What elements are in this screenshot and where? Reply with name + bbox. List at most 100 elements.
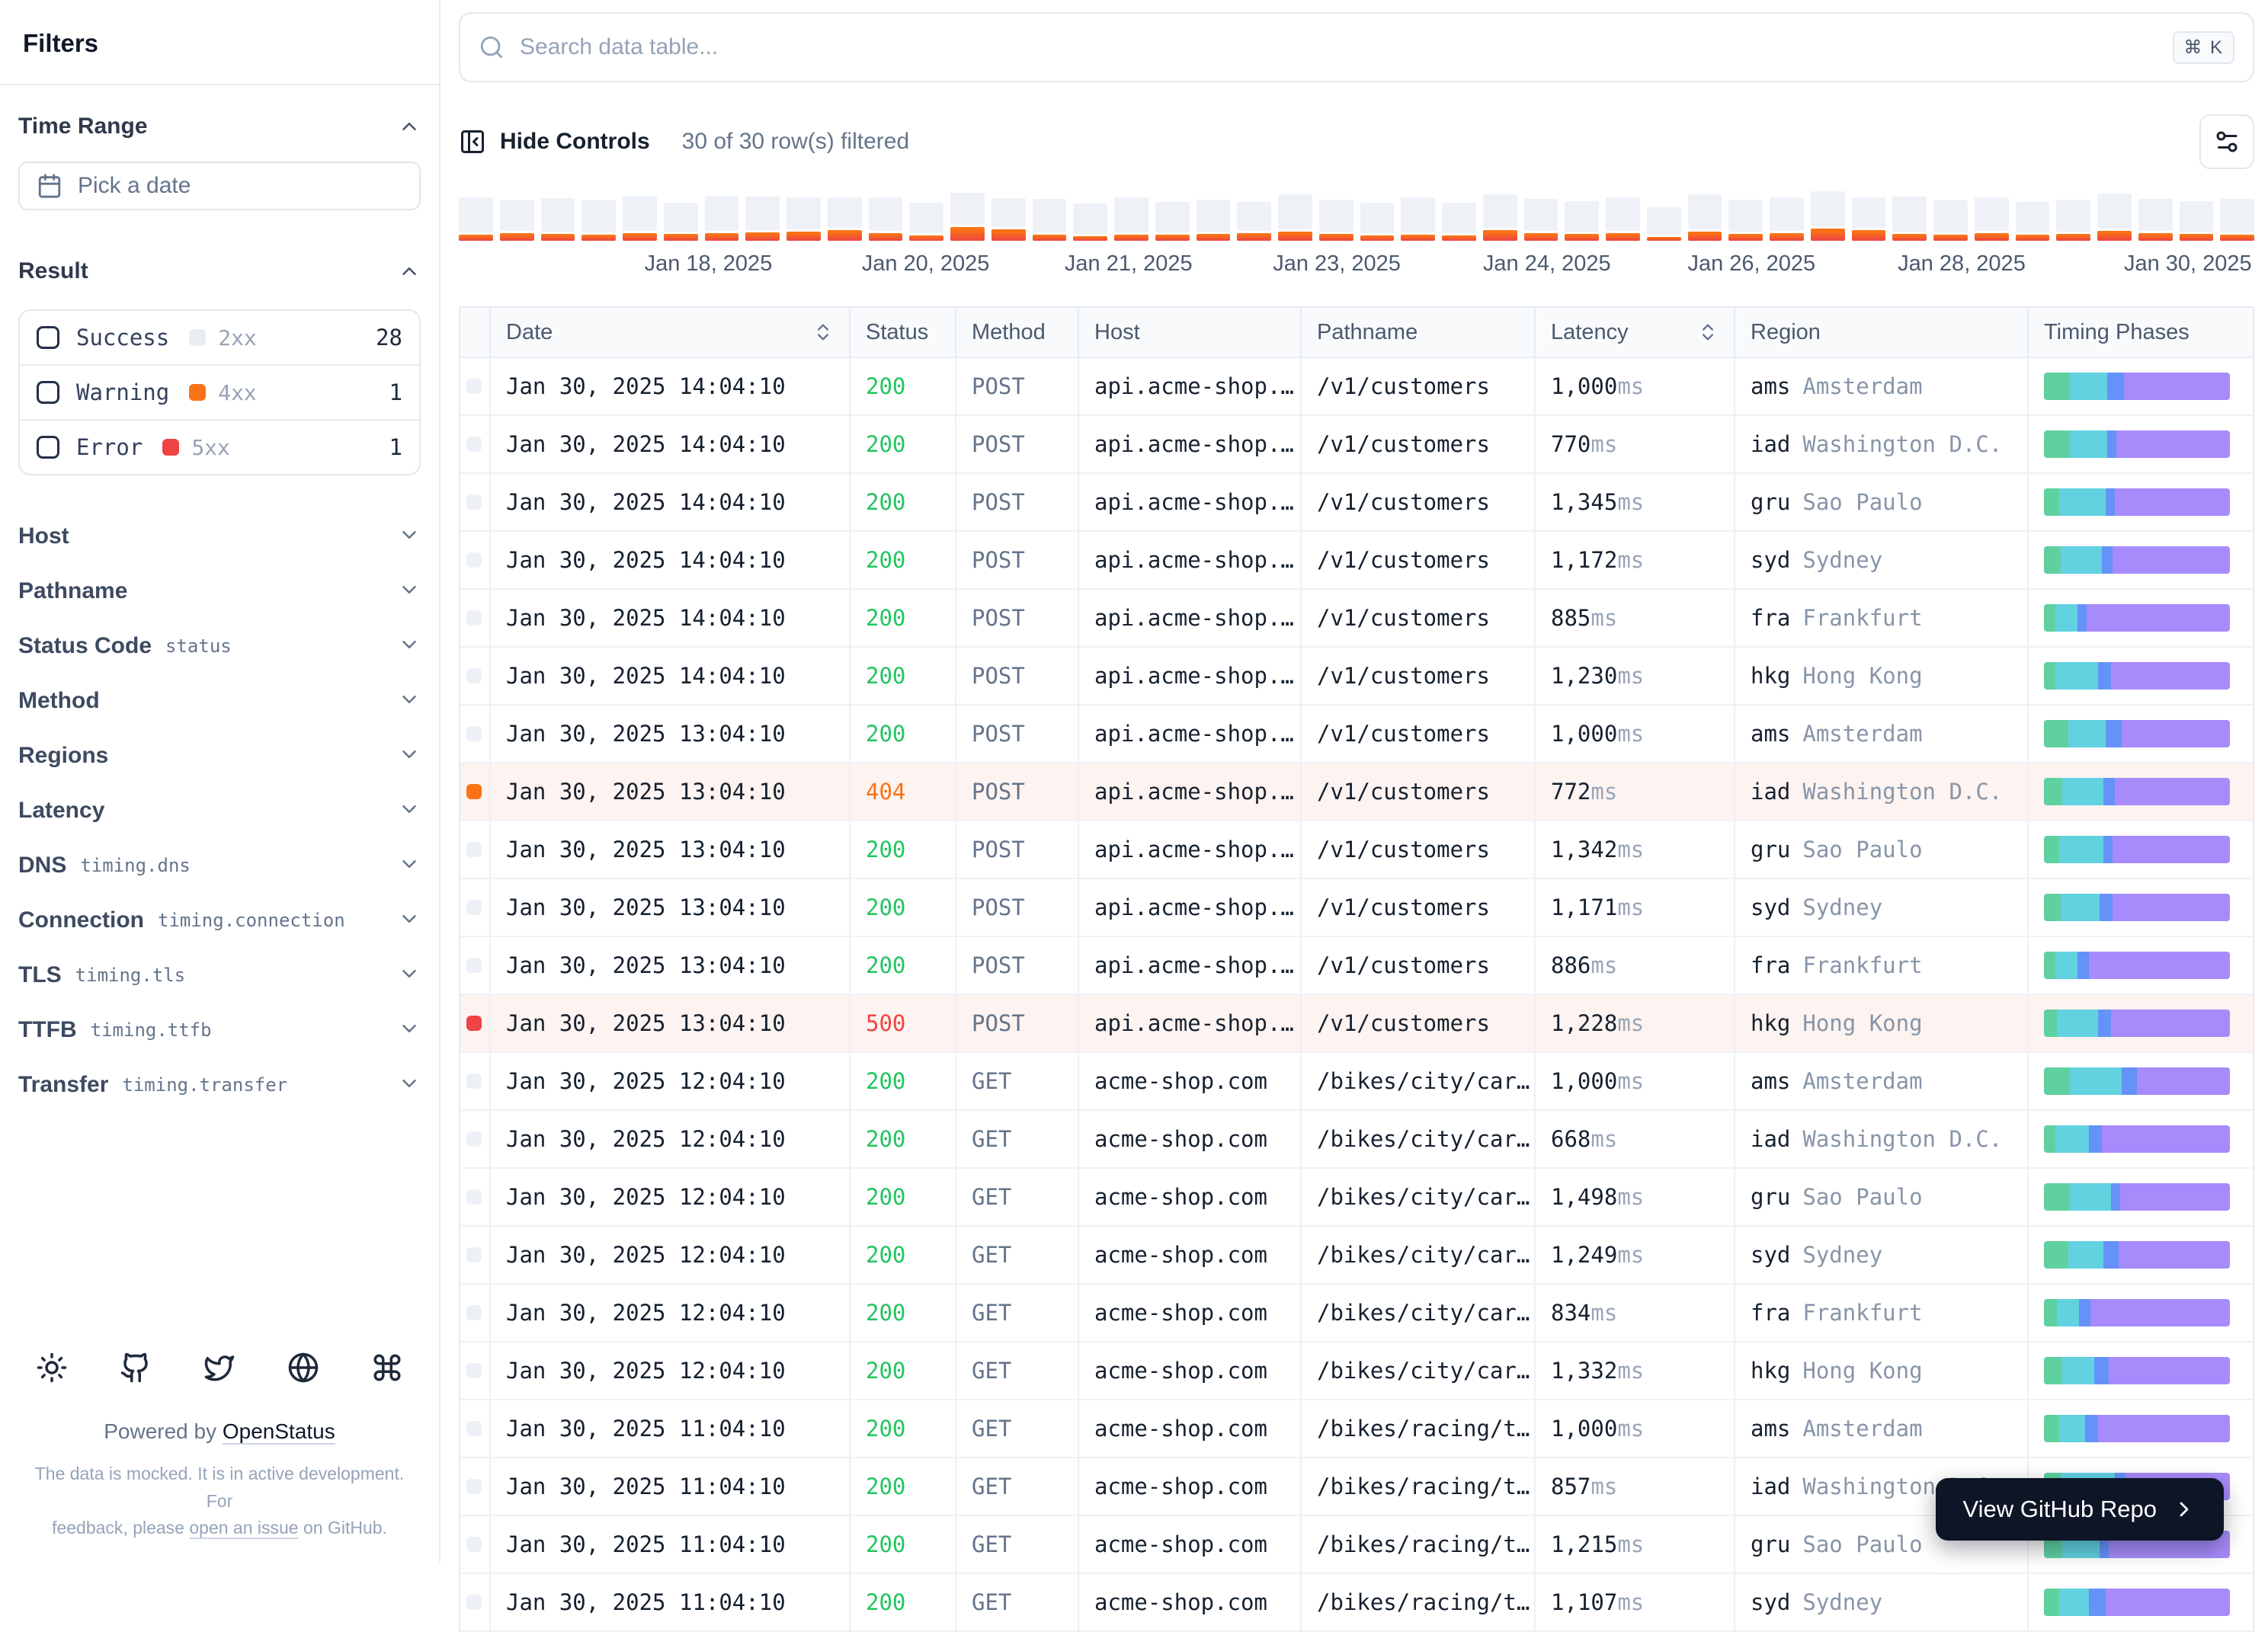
histogram-bar[interactable] [1318, 200, 1353, 241]
histogram-bar[interactable] [1032, 199, 1067, 241]
histogram-bar[interactable] [623, 196, 657, 241]
row-status-indicator[interactable] [466, 1421, 482, 1436]
table-row[interactable]: Jan 30, 2025 11:04:10 200 GET acme-shop.… [460, 1574, 2253, 1632]
table-row[interactable]: Jan 30, 2025 14:04:10 200 POST api.acme-… [460, 590, 2253, 648]
histogram-bar[interactable] [499, 200, 534, 241]
checkbox[interactable] [37, 326, 59, 349]
filter-item-connection[interactable]: Connection timing.connection [18, 893, 421, 948]
hide-controls-button[interactable]: Hide Controls [459, 128, 650, 155]
result-option-success[interactable]: Success 2xx 28 [20, 311, 419, 364]
histogram-bar[interactable] [1523, 199, 1558, 241]
histogram-bar[interactable] [704, 196, 739, 241]
table-row[interactable]: Jan 30, 2025 13:04:10 500 POST api.acme-… [460, 995, 2253, 1053]
row-status-indicator[interactable] [466, 726, 482, 741]
table-row[interactable]: Jan 30, 2025 12:04:10 200 GET acme-shop.… [460, 1053, 2253, 1111]
histogram-bar[interactable] [1606, 197, 1640, 241]
histogram-bar[interactable] [1401, 197, 1435, 241]
view-options-button[interactable] [2199, 114, 2254, 169]
checkbox[interactable] [37, 381, 59, 404]
row-status-indicator[interactable] [466, 900, 482, 915]
histogram-bar[interactable] [786, 197, 821, 241]
filter-item-latency[interactable]: Latency [18, 783, 421, 838]
row-status-indicator[interactable] [466, 958, 482, 973]
row-status-indicator[interactable] [466, 784, 482, 799]
row-status-indicator[interactable] [466, 1131, 482, 1147]
histogram-bar[interactable] [1360, 203, 1395, 241]
table-row[interactable]: Jan 30, 2025 14:04:10 200 POST api.acme-… [460, 474, 2253, 532]
table-row[interactable]: Jan 30, 2025 14:04:10 200 POST api.acme-… [460, 358, 2253, 416]
histogram-bar[interactable] [581, 200, 616, 241]
histogram-bar[interactable] [1933, 200, 1968, 241]
table-row[interactable]: Jan 30, 2025 12:04:10 200 GET acme-shop.… [460, 1342, 2253, 1400]
time-range-toggle[interactable]: Time Range [18, 108, 421, 145]
histogram-bar[interactable] [745, 197, 780, 241]
table-row[interactable]: Jan 30, 2025 13:04:10 200 POST api.acme-… [460, 879, 2253, 937]
histogram-bar[interactable] [2015, 202, 2050, 241]
histogram-bar[interactable] [1770, 197, 1804, 241]
table-row[interactable]: Jan 30, 2025 13:04:10 200 POST api.acme-… [460, 706, 2253, 763]
table-row[interactable]: Jan 30, 2025 13:04:10 200 POST api.acme-… [460, 937, 2253, 995]
table-row[interactable]: Jan 30, 2025 12:04:10 200 GET acme-shop.… [460, 1169, 2253, 1227]
row-status-indicator[interactable] [466, 610, 482, 626]
histogram-bar[interactable] [1155, 202, 1190, 241]
row-status-indicator[interactable] [466, 494, 482, 510]
date-picker-button[interactable]: Pick a date [18, 162, 421, 210]
histogram-bar[interactable] [2138, 199, 2173, 241]
table-row[interactable]: Jan 30, 2025 11:04:10 200 GET acme-shop.… [460, 1400, 2253, 1458]
histogram-bar[interactable] [950, 193, 985, 241]
histogram-bar[interactable] [459, 197, 493, 241]
row-status-indicator[interactable] [466, 1363, 482, 1378]
histogram-bar[interactable] [1482, 194, 1517, 241]
result-option-error[interactable]: Error 5xx 1 [20, 419, 419, 474]
row-status-indicator[interactable] [466, 668, 482, 683]
table-row[interactable]: Jan 30, 2025 14:04:10 200 POST api.acme-… [460, 416, 2253, 474]
table-row[interactable]: Jan 30, 2025 12:04:10 200 GET acme-shop.… [460, 1285, 2253, 1342]
table-row[interactable]: Jan 30, 2025 14:04:10 200 POST api.acme-… [460, 648, 2253, 706]
filter-item-pathname[interactable]: Pathname [18, 564, 421, 619]
command-menu-button[interactable] [366, 1346, 408, 1389]
result-toggle[interactable]: Result [18, 253, 421, 290]
histogram-bar[interactable] [1114, 197, 1148, 241]
histogram-bars[interactable] [459, 191, 2254, 241]
website-link-button[interactable] [282, 1346, 325, 1389]
filter-item-method[interactable]: Method [18, 674, 421, 728]
open-issue-link[interactable]: open an issue [189, 1518, 298, 1538]
histogram-bar[interactable] [827, 197, 862, 241]
search-bar[interactable]: Search data table... ⌘ K [459, 12, 2254, 82]
filter-item-regions[interactable]: Regions [18, 728, 421, 783]
row-status-indicator[interactable] [466, 1537, 482, 1552]
search-input[interactable]: Search data table... [520, 34, 2157, 60]
column-header-date[interactable]: Date [489, 308, 849, 357]
view-github-repo-button[interactable]: View GitHub Repo [1935, 1478, 2224, 1541]
filter-item-transfer[interactable]: Transfer timing.transfer [18, 1058, 421, 1112]
histogram-bar[interactable] [1565, 201, 1599, 241]
histogram-bar[interactable] [991, 198, 1026, 241]
filter-item-host[interactable]: Host [18, 509, 421, 564]
histogram-bar[interactable] [1974, 197, 2009, 241]
histogram-bar[interactable] [1687, 194, 1722, 241]
histogram-bar[interactable] [2179, 201, 2214, 241]
table-row[interactable]: Jan 30, 2025 12:04:10 200 GET acme-shop.… [460, 1227, 2253, 1285]
filter-item-ttfb[interactable]: TTFB timing.ttfb [18, 1003, 421, 1058]
checkbox[interactable] [37, 436, 59, 459]
histogram-bar[interactable] [1073, 203, 1107, 241]
filter-item-status-code[interactable]: Status Code status [18, 619, 421, 674]
row-status-indicator[interactable] [466, 1074, 482, 1089]
table-row[interactable]: Jan 30, 2025 12:04:10 200 GET acme-shop.… [460, 1111, 2253, 1169]
table-row[interactable]: Jan 30, 2025 14:04:10 200 POST api.acme-… [460, 532, 2253, 590]
column-header-latency[interactable]: Latency [1534, 308, 1734, 357]
histogram-bar[interactable] [909, 203, 943, 241]
row-status-indicator[interactable] [466, 1305, 482, 1320]
histogram-bar[interactable] [2056, 200, 2090, 241]
histogram-bar[interactable] [1646, 207, 1681, 241]
row-status-indicator[interactable] [466, 379, 482, 394]
histogram-bar[interactable] [1237, 202, 1271, 241]
row-status-indicator[interactable] [466, 1479, 482, 1494]
histogram-bar[interactable] [1442, 203, 1476, 241]
histogram-bar[interactable] [1810, 191, 1845, 241]
row-status-indicator[interactable] [466, 1189, 482, 1205]
histogram-bar[interactable] [1728, 200, 1763, 241]
filter-item-dns[interactable]: DNS timing.dns [18, 838, 421, 893]
theme-toggle-button[interactable] [30, 1346, 73, 1389]
row-status-indicator[interactable] [466, 842, 482, 857]
